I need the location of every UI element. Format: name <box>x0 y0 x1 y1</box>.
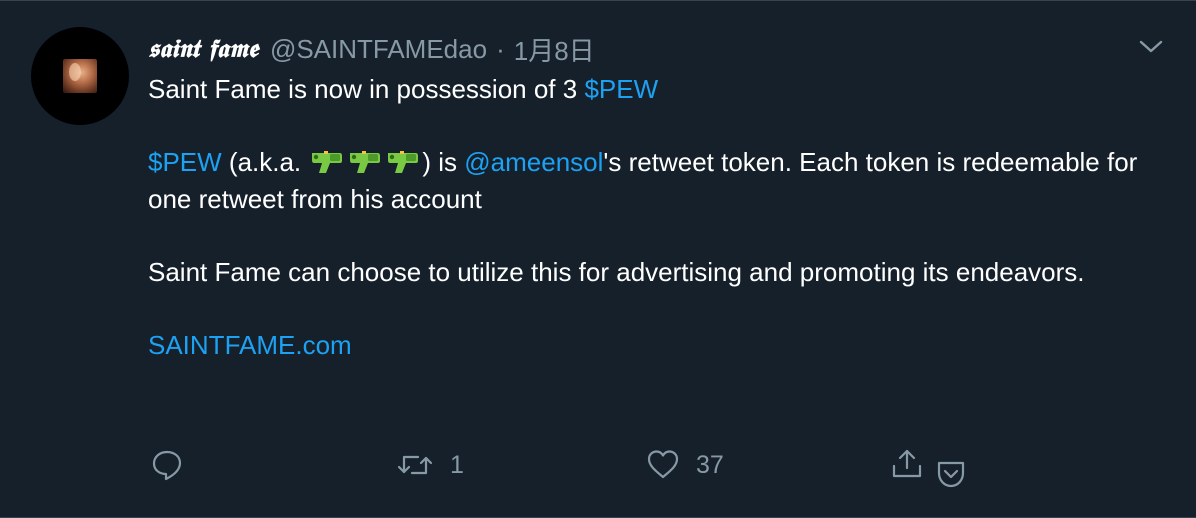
display-name[interactable]: 𝖘𝖆𝖎𝖓𝖙 𝖋𝖆𝖒𝖊 <box>148 34 258 64</box>
emoji-group <box>310 147 420 175</box>
text-segment: ) is <box>422 147 465 177</box>
tweet-header: 𝖘𝖆𝖎𝖓𝖙 𝖋𝖆𝖒𝖊 @SAINTFAMEdao · 1月8日 <box>148 31 595 67</box>
website-link[interactable]: SAINTFAME.com <box>148 330 352 360</box>
like-count: 37 <box>696 450 724 479</box>
tweet-date[interactable]: 1月8日 <box>514 31 595 68</box>
separator-dot: · <box>496 33 505 64</box>
avatar-painting <box>63 59 97 93</box>
pocket-icon <box>937 461 965 488</box>
reply-icon <box>152 450 182 481</box>
text-segment: (a.k.a. <box>221 147 309 177</box>
retweet-count: 1 <box>450 450 464 479</box>
cashtag-link[interactable]: $PEW <box>148 147 222 177</box>
action-bar: 1 37 <box>0 445 1196 488</box>
cashtag-link[interactable]: $PEW <box>584 74 658 104</box>
like-button[interactable]: 37 <box>646 445 724 485</box>
paragraph-4: SAINTFAME.com <box>148 327 1148 364</box>
tweet-card[interactable]: 𝖘𝖆𝖎𝖓𝖙 𝖋𝖆𝖒𝖊 @SAINTFAMEdao · 1月8日 Saint Fa… <box>0 0 1196 518</box>
text-segment: Saint Fame is now in possession of 3 <box>148 74 585 104</box>
mention-link[interactable]: @ameensol <box>464 147 603 177</box>
retweet-icon <box>397 455 433 475</box>
tipping-button[interactable] <box>934 457 968 491</box>
reply-button[interactable] <box>150 445 200 485</box>
paragraph-3: Saint Fame can choose to utilize this fo… <box>148 257 1085 287</box>
paragraph-2: $PEW (a.k.a.) is @ameensol's retweet to… <box>148 144 1148 218</box>
tweet-text: Saint Fame is now in possession of 3 $PE… <box>148 71 1148 400</box>
retweet-button[interactable]: 1 <box>396 445 464 485</box>
user-handle[interactable]: @SAINTFAMEdao <box>270 34 487 65</box>
water-pistol-icon <box>350 151 381 173</box>
share-icon <box>892 449 922 478</box>
heart-icon <box>647 450 679 479</box>
avatar[interactable] <box>31 27 129 125</box>
share-button[interactable] <box>890 445 924 485</box>
paragraph-1: Saint Fame is now in possession of 3 $PE… <box>148 71 1148 108</box>
water-pistol-icon <box>312 151 343 173</box>
chevron-down-icon[interactable] <box>1138 35 1164 57</box>
water-pistol-icon <box>388 151 419 173</box>
